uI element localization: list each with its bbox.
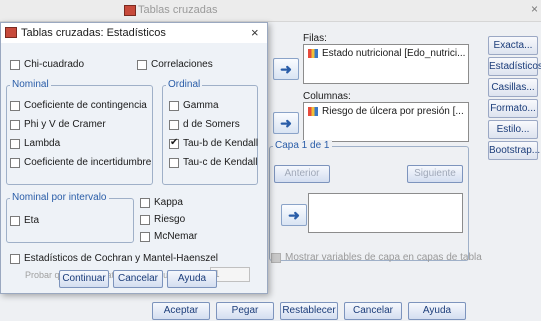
ordinal-group-label: Ordinal	[166, 79, 203, 90]
contingency-label: Coeficiente de contingencia	[24, 100, 147, 111]
chi-square-box	[10, 59, 20, 70]
columns-item-label: Riesgo de úlcera por presión [...	[322, 106, 464, 117]
columns-list-item[interactable]: Riesgo de úlcera por presión [...	[308, 106, 464, 117]
phi-cramer-checkbox[interactable]: Phi y V de Cramer	[10, 119, 106, 130]
riesgo-checkbox[interactable]: Riesgo	[140, 214, 185, 225]
parent-title: Tablas cruzadas	[138, 4, 218, 16]
eta-box	[10, 215, 20, 226]
aceptar-button[interactable]: Aceptar	[152, 302, 210, 320]
kendall-tau-b-checkbox[interactable]: Tau-b de Kendall	[169, 137, 259, 149]
kendall-tau-c-box	[169, 157, 179, 168]
eta-checkbox[interactable]: Eta	[10, 215, 39, 226]
layer-listbox[interactable]	[308, 193, 463, 233]
lambda-checkbox[interactable]: Lambda	[10, 138, 60, 149]
dialog-app-icon	[5, 27, 17, 38]
spss-app-icon	[124, 5, 136, 16]
somers-d-box	[169, 119, 179, 130]
casillas-button[interactable]: Casillas...	[488, 78, 538, 97]
statistics-dialog: Tablas cruzadas: Estadísticos × Chi-cuad…	[0, 22, 268, 294]
riesgo-label: Riesgo	[154, 214, 186, 225]
nominal-variable-icon	[308, 49, 318, 58]
chi-square-checkbox[interactable]: Chi-cuadrado	[10, 59, 84, 70]
uncertainty-coefficient-checkbox[interactable]: Coeficiente de incertidumbre	[10, 157, 151, 168]
kendall-tau-c-label: Tau-c de Kendall	[183, 157, 258, 168]
next-layer-button[interactable]: Siguiente	[407, 165, 463, 183]
exacta-button[interactable]: Exacta...	[488, 36, 538, 55]
rows-item-label: Estado nutricional [Edo_nutrici...	[322, 48, 466, 59]
correlations-checkbox[interactable]: Correlaciones	[137, 59, 213, 70]
dialog-cancelar-button[interactable]: Cancelar	[113, 270, 163, 288]
ordinal-variable-icon	[308, 107, 318, 116]
restablecer-button[interactable]: Restablecer	[280, 302, 338, 320]
correlations-label: Correlaciones	[151, 59, 213, 70]
contingency-coefficient-checkbox[interactable]: Coeficiente de contingencia	[10, 100, 147, 111]
estilo-button[interactable]: Estilo...	[488, 120, 538, 139]
phi-cramer-box	[10, 119, 20, 130]
uncertainty-label: Coeficiente de incertidumbre	[24, 157, 152, 168]
kappa-label: Kappa	[154, 197, 183, 208]
riesgo-box	[140, 214, 150, 225]
ayuda-button[interactable]: Ayuda	[408, 302, 466, 320]
dialog-titlebar: Tablas cruzadas: Estadísticos ×	[1, 23, 267, 43]
gamma-checkbox[interactable]: Gamma	[169, 100, 219, 111]
phi-cramer-label: Phi y V de Cramer	[24, 119, 106, 130]
kendall-tau-c-checkbox[interactable]: Tau-c de Kendall	[169, 157, 258, 168]
mcnemar-checkbox[interactable]: McNemar	[140, 231, 197, 242]
mcnemar-box	[140, 231, 150, 242]
dialog-body: Chi-cuadrado Correlaciones Nominal Coefi…	[1, 43, 267, 293]
move-to-columns-arrow-icon[interactable]: ➜	[273, 112, 299, 134]
layer-label: Capa 1 de 1	[273, 140, 332, 151]
parent-close-icon[interactable]: ×	[531, 2, 538, 16]
columns-label: Columnas:	[303, 91, 351, 102]
nominal-group-label: Nominal	[10, 79, 51, 90]
rows-label: Filas:	[303, 33, 327, 44]
eta-label: Eta	[24, 215, 40, 226]
chi-square-label: Chi-cuadrado	[24, 59, 85, 70]
kappa-box	[140, 197, 150, 208]
cochran-mantel-haenszel-checkbox[interactable]: Estadísticos de Cochran y Mantel-Haensze…	[10, 253, 218, 264]
uncertainty-box	[10, 157, 20, 168]
contingency-box	[10, 100, 20, 111]
formato-button[interactable]: Formato...	[488, 99, 538, 118]
mcnemar-label: McNemar	[154, 231, 198, 242]
dialog-title: Tablas cruzadas: Estadísticos	[21, 27, 166, 39]
somers-d-checkbox[interactable]: d de Somers	[169, 119, 240, 130]
move-to-rows-arrow-icon[interactable]: ➜	[273, 58, 299, 80]
cochran-label: Estadísticos de Cochran y Mantel-Haensze…	[24, 253, 218, 264]
estadisticos-button[interactable]: Estadísticos...	[488, 57, 541, 76]
gamma-box	[169, 100, 179, 111]
parent-titlebar: Tablas cruzadas ×	[0, 0, 541, 22]
pegar-button[interactable]: Pegar	[216, 302, 274, 320]
kendall-tau-b-box	[169, 137, 179, 149]
lambda-label: Lambda	[24, 138, 61, 149]
somers-d-label: d de Somers	[183, 119, 240, 130]
kendall-tau-b-label: Tau-b de Kendall	[183, 138, 259, 149]
previous-layer-button[interactable]: Anterior	[274, 165, 330, 183]
rows-listbox[interactable]: Estado nutricional [Edo_nutrici...	[303, 44, 469, 84]
correlations-box	[137, 59, 147, 70]
nominal-interval-label: Nominal por intervalo	[10, 192, 109, 203]
dialog-close-icon[interactable]: ×	[251, 25, 259, 40]
show-layer-variables-box	[271, 252, 281, 263]
columns-listbox[interactable]: Riesgo de úlcera por presión [...	[303, 102, 469, 142]
cochran-box	[10, 253, 20, 264]
continuar-button[interactable]: Continuar	[59, 270, 109, 288]
show-layer-variables-label: Mostrar variables de capa en capas de ta…	[285, 252, 482, 263]
rows-list-item[interactable]: Estado nutricional [Edo_nutrici...	[308, 48, 465, 59]
lambda-box	[10, 138, 20, 149]
bootstrap-button[interactable]: Bootstrap...	[488, 141, 540, 160]
gamma-label: Gamma	[183, 100, 219, 111]
dialog-ayuda-button[interactable]: Ayuda	[167, 270, 217, 288]
kappa-checkbox[interactable]: Kappa	[140, 197, 183, 208]
cancelar-button[interactable]: Cancelar	[344, 302, 402, 320]
move-to-layer-arrow-icon[interactable]: ➜	[281, 204, 307, 226]
show-layer-variables-checkbox[interactable]: Mostrar variables de capa en capas de ta…	[271, 252, 482, 263]
